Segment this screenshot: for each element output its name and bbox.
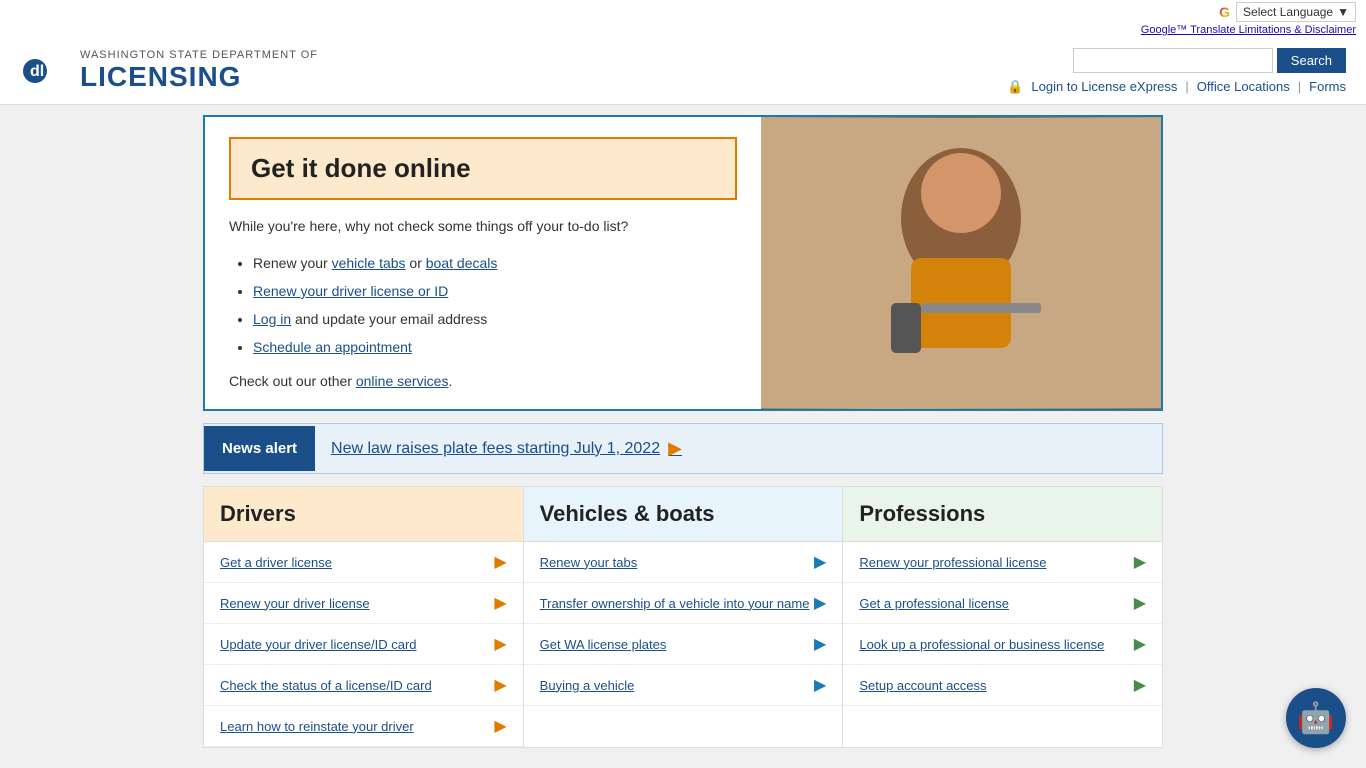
list-item[interactable]: Learn how to reinstate your driver ▶ — [204, 706, 523, 747]
arrow-icon: ▶ — [1134, 634, 1146, 654]
hero-list: Renew your vehicle tabs or boat decals R… — [253, 249, 737, 361]
list-item[interactable]: Get a driver license ▶ — [204, 542, 523, 583]
office-locations-link[interactable]: Office Locations — [1197, 79, 1290, 94]
list-item: Renew your driver license or ID — [253, 277, 737, 305]
professions-column: Professions Renew your professional lice… — [843, 486, 1163, 748]
setup-account-access-link[interactable]: Setup account access — [859, 678, 1133, 693]
online-services-link[interactable]: online services — [356, 373, 449, 389]
renew-tabs-link[interactable]: Renew your tabs — [540, 555, 814, 570]
news-alert-link[interactable]: New law raises plate fees starting July … — [315, 424, 698, 473]
news-alert-bar: News alert New law raises plate fees sta… — [203, 423, 1163, 474]
chatbot-button[interactable]: 🤖 — [1286, 688, 1346, 748]
logo-text: WASHINGTON STATE DEPARTMENT OF LICENSING — [80, 49, 318, 93]
arrow-icon: ▶ — [1134, 552, 1146, 572]
professions-column-header: Professions — [843, 487, 1162, 542]
get-wa-plates-link[interactable]: Get WA license plates — [540, 637, 814, 652]
vehicle-tabs-link[interactable]: vehicle tabs — [332, 255, 406, 271]
drivers-column: Drivers Get a driver license ▶ Renew you… — [203, 486, 524, 748]
page-header: dl WASHINGTON STATE DEPARTMENT OF LICENS… — [0, 38, 1366, 105]
arrow-icon: ▶ — [494, 634, 506, 654]
arrow-icon: ▶ — [494, 552, 506, 572]
boat-decals-link[interactable]: boat decals — [426, 255, 498, 271]
select-language-dropdown[interactable]: Select Language ▼ — [1236, 2, 1356, 22]
forms-link[interactable]: Forms — [1309, 79, 1346, 94]
main-content: Get it done online While you're here, wh… — [193, 105, 1173, 758]
hero-description: While you're here, why not check some th… — [229, 216, 737, 237]
update-dl-id-link[interactable]: Update your driver license/ID card — [220, 637, 494, 652]
vehicles-column-header: Vehicles & boats — [524, 487, 843, 542]
hero-image — [761, 117, 1161, 409]
list-item[interactable]: Buying a vehicle ▶ — [524, 665, 843, 706]
arrow-icon: ▶ — [494, 716, 506, 736]
arrow-icon: ▶ — [814, 552, 826, 572]
top-bar: G Select Language ▼ Google™ Translate Li… — [0, 0, 1366, 38]
dol-logo-icon: dl — [20, 46, 70, 96]
lookup-license-link[interactable]: Look up a professional or business licen… — [859, 637, 1133, 652]
drivers-column-header: Drivers — [204, 487, 523, 542]
renew-dl-link[interactable]: Renew your driver license or ID — [253, 283, 448, 299]
hero-footer: Check out our other online services. — [229, 373, 737, 389]
list-item[interactable]: Check the status of a license/ID card ▶ — [204, 665, 523, 706]
arrow-icon: ▶ — [814, 634, 826, 654]
logo-area: dl WASHINGTON STATE DEPARTMENT OF LICENS… — [20, 46, 318, 96]
hero-left: Get it done online While you're here, wh… — [205, 117, 761, 409]
hero-title: Get it done online — [251, 153, 715, 184]
translate-disclaimer-link[interactable]: Google™ Translate Limitations & Disclaim… — [1141, 24, 1356, 36]
arrow-icon: ▶ — [494, 593, 506, 613]
list-item[interactable]: Setup account access ▶ — [843, 665, 1162, 706]
list-item[interactable]: Renew your driver license ▶ — [204, 583, 523, 624]
news-alert-link-text[interactable]: New law raises plate fees starting July … — [331, 440, 660, 458]
login-link[interactable]: Login to License eXpress — [1031, 79, 1177, 94]
list-item: Schedule an appointment — [253, 333, 737, 361]
arrow-icon: ▶ — [814, 593, 826, 613]
search-row: Search — [1073, 48, 1346, 73]
dept-name: WASHINGTON STATE DEPARTMENT OF — [80, 49, 318, 61]
hero-title-box: Get it done online — [229, 137, 737, 200]
chevron-down-icon: ▼ — [1337, 5, 1349, 19]
transfer-ownership-link[interactable]: Transfer ownership of a vehicle into you… — [540, 596, 814, 611]
get-driver-license-link[interactable]: Get a driver license — [220, 555, 494, 570]
header-nav-links: 🔒 Login to License eXpress | Office Loca… — [1007, 79, 1346, 95]
category-columns: Drivers Get a driver license ▶ Renew you… — [203, 486, 1163, 748]
arrow-icon: ▶ — [494, 675, 506, 695]
lock-icon: 🔒 — [1007, 79, 1023, 95]
hero-box: Get it done online While you're here, wh… — [203, 115, 1163, 411]
schedule-appointment-link[interactable]: Schedule an appointment — [253, 339, 412, 355]
google-translate-icon: G — [1219, 4, 1230, 20]
list-item[interactable]: Get WA license plates ▶ — [524, 624, 843, 665]
list-item[interactable]: Get a professional license ▶ — [843, 583, 1162, 624]
list-item[interactable]: Look up a professional or business licen… — [843, 624, 1162, 665]
get-professional-license-link[interactable]: Get a professional license — [859, 596, 1133, 611]
arrow-icon: ▶ — [1134, 593, 1146, 613]
log-in-link[interactable]: Log in — [253, 311, 291, 327]
reinstate-driver-link[interactable]: Learn how to reinstate your driver — [220, 719, 494, 734]
hero-image-placeholder — [761, 117, 1161, 409]
list-item[interactable]: Renew your tabs ▶ — [524, 542, 843, 583]
news-alert-arrow-icon: ▶ — [668, 438, 682, 459]
news-alert-label: News alert — [204, 426, 315, 471]
renew-professional-license-link[interactable]: Renew your professional license — [859, 555, 1133, 570]
list-item: Renew your vehicle tabs or boat decals — [253, 249, 737, 277]
vehicles-column: Vehicles & boats Renew your tabs ▶ Trans… — [524, 486, 844, 748]
list-item[interactable]: Transfer ownership of a vehicle into you… — [524, 583, 843, 624]
renew-driver-license-link[interactable]: Renew your driver license — [220, 596, 494, 611]
header-right: Search 🔒 Login to License eXpress | Offi… — [1007, 48, 1346, 95]
search-button[interactable]: Search — [1277, 48, 1346, 73]
buying-vehicle-link[interactable]: Buying a vehicle — [540, 678, 814, 693]
check-status-link[interactable]: Check the status of a license/ID card — [220, 678, 494, 693]
arrow-icon: ▶ — [814, 675, 826, 695]
list-item[interactable]: Update your driver license/ID card ▶ — [204, 624, 523, 665]
arrow-icon: ▶ — [1134, 675, 1146, 695]
list-item: Log in and update your email address — [253, 305, 737, 333]
licensing-title: LICENSING — [80, 61, 318, 93]
svg-text:dl: dl — [30, 63, 44, 80]
list-item[interactable]: Renew your professional license ▶ — [843, 542, 1162, 583]
search-input[interactable] — [1073, 48, 1273, 73]
select-language-label: Select Language — [1243, 5, 1333, 19]
